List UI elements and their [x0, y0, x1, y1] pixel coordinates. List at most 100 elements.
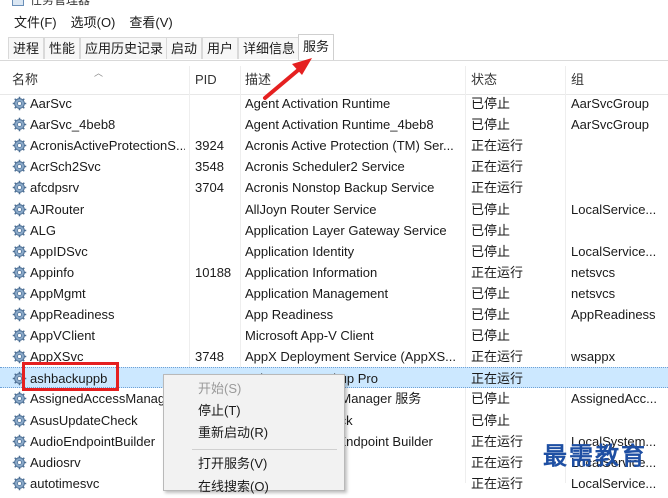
- service-pid: [195, 325, 239, 346]
- service-group: wsappx: [571, 349, 616, 365]
- tab-performance[interactable]: 性能: [44, 37, 81, 59]
- table-row[interactable]: ALG Application Layer Gateway Service 已停止: [0, 220, 668, 241]
- service-name: Audiosrv: [30, 454, 81, 470]
- tab-users[interactable]: 用户: [202, 37, 239, 59]
- service-group: netsvcs: [571, 264, 616, 280]
- menu-file[interactable]: 文件(F): [0, 9, 63, 31]
- service-name: afcdpsrv: [30, 180, 80, 196]
- highlight-box: [22, 362, 119, 391]
- service-pid: 3748: [195, 349, 224, 365]
- tab-services[interactable]: 服务: [298, 34, 335, 60]
- service-group: [571, 220, 668, 241]
- menu-item-start: 开始(S): [198, 381, 242, 396]
- tab-processes[interactable]: 进程: [8, 37, 45, 59]
- tab-details[interactable]: 详细信息: [238, 37, 301, 59]
- column-header-group[interactable]: 组: [571, 66, 584, 94]
- service-gear-icon: [12, 117, 27, 132]
- column-header-description[interactable]: 描述: [245, 66, 271, 94]
- service-gear-icon: [12, 413, 27, 427]
- service-gear-icon: [12, 138, 27, 153]
- menu-item-search-online[interactable]: 在线搜索(O): [164, 476, 344, 498]
- service-name: autotimesvc: [30, 475, 100, 491]
- column-header-name[interactable]: 名称: [12, 66, 38, 94]
- service-gear-icon: [12, 223, 27, 237]
- service-name: AppIDSvc: [30, 243, 88, 259]
- service-group: [571, 177, 668, 198]
- tab-app-history[interactable]: 应用历史记录: [80, 37, 169, 59]
- service-name: AcronisActiveProtectionS...: [30, 138, 185, 154]
- service-name: AppReadiness: [30, 307, 115, 322]
- service-gear-icon: [12, 265, 27, 280]
- service-status: 正在运行: [471, 371, 524, 387]
- service-name: AudioEndpointBuilder: [30, 433, 156, 449]
- menu-options[interactable]: 选项(O): [63, 9, 122, 31]
- service-status: 正在运行: [471, 349, 524, 365]
- service-name: AarSvc: [30, 96, 72, 111]
- title-bar: 任务管理器: [0, 0, 668, 8]
- service-pid: 10188: [195, 264, 232, 280]
- tab-bar: 进程 性能 应用历史记录 启动 用户 详细信息 服务: [0, 34, 668, 61]
- service-pid: 3924: [195, 138, 224, 154]
- service-name: AppVClient: [30, 328, 96, 344]
- service-description: Application Management: [245, 285, 389, 301]
- service-pid: 3704: [195, 180, 224, 196]
- service-status: 正在运行: [471, 159, 524, 175]
- table-row[interactable]: AppVClient Microsoft App-V Client 已停止: [0, 325, 668, 346]
- table-row[interactable]: AppMgmt Application Management 已停止 netsvcs: [0, 283, 668, 304]
- service-gear-icon: [12, 434, 27, 448]
- service-group: AarSvcGroup: [571, 117, 650, 133]
- service-description: Application Layer Gateway Service: [245, 222, 447, 238]
- service-status: 正在运行: [471, 138, 524, 154]
- menu-view[interactable]: 查看(V): [121, 9, 178, 31]
- service-name: AppMgmt: [30, 285, 86, 301]
- service-name: AssignedAccessManag...: [30, 391, 176, 407]
- service-pid: [195, 220, 239, 241]
- column-header-pid[interactable]: PID: [195, 66, 217, 94]
- service-status: 正在运行: [471, 264, 524, 280]
- menu-bar: 文件(F) 选项(O) 查看(V): [0, 9, 179, 31]
- service-group: AssignedAcc...: [571, 391, 657, 407]
- tab-startup[interactable]: 启动: [166, 37, 203, 59]
- service-gear-icon: [12, 160, 27, 174]
- service-status: 正在运行: [471, 180, 524, 196]
- column-header-status[interactable]: 状态: [471, 66, 497, 94]
- service-description: Application Identity: [245, 243, 355, 259]
- service-group: LocalService...: [571, 201, 657, 217]
- service-status: 已停止: [471, 117, 511, 133]
- table-row[interactable]: afcdpsrv 3704 Acronis Nonstop Backup Servi…: [0, 177, 668, 198]
- service-description: Agent Activation Runtime: [245, 96, 391, 111]
- table-row[interactable]: AcrSch2Svc 3548 Acronis Scheduler2 Service…: [0, 156, 668, 177]
- service-gear-icon: [12, 455, 27, 469]
- service-status: 已停止: [471, 222, 511, 238]
- table-row[interactable]: AarSvc_4beb8 Agent Activation Runtime_4be…: [0, 114, 668, 135]
- menu-item-open-services[interactable]: 打开服务(V): [164, 453, 344, 475]
- window-title: 任务管理器: [30, 0, 91, 7]
- table-row[interactable]: AppIDSvc Application Identity 已停止 LocalServ…: [0, 241, 668, 262]
- table-row[interactable]: AppReadiness App Readiness 已停止 AppReadiness: [0, 304, 668, 325]
- service-status: 正在运行: [471, 475, 524, 491]
- service-status: 已停止: [471, 243, 511, 259]
- table-row[interactable]: AarSvc Agent Activation Runtime 已停止 AarSvcG…: [0, 93, 668, 114]
- service-name: AsusUpdateCheck: [30, 412, 138, 428]
- service-gear-icon: [12, 307, 27, 322]
- service-gear-icon: [12, 96, 27, 111]
- service-gear-icon: [12, 202, 27, 216]
- service-group: AarSvcGroup: [571, 96, 650, 111]
- service-status: 已停止: [471, 307, 511, 322]
- service-status: 已停止: [471, 285, 511, 301]
- service-pid: 3548: [195, 159, 224, 175]
- menu-item-restart[interactable]: 重新启动(R): [164, 422, 344, 444]
- service-gear-icon: [12, 476, 27, 491]
- table-row[interactable]: AcronisActiveProtectionS... 3924 Acronis A…: [0, 135, 668, 156]
- menu-item-stop[interactable]: 停止(T): [164, 400, 344, 422]
- table-row[interactable]: Appinfo 10188 Application Information 正在运行 n…: [0, 262, 668, 283]
- service-status: 已停止: [471, 201, 511, 217]
- service-status: 已停止: [471, 412, 511, 428]
- service-description: AllJoyn Router Service: [245, 201, 377, 217]
- table-row[interactable]: AJRouter AllJoyn Router Service 已停止 LocalSe…: [0, 199, 668, 220]
- service-gear-icon: [12, 181, 27, 195]
- service-pid: [195, 114, 239, 135]
- service-description: Acronis Nonstop Backup Service: [245, 180, 435, 196]
- service-name: AcrSch2Svc: [30, 159, 101, 175]
- service-status: 已停止: [471, 391, 511, 407]
